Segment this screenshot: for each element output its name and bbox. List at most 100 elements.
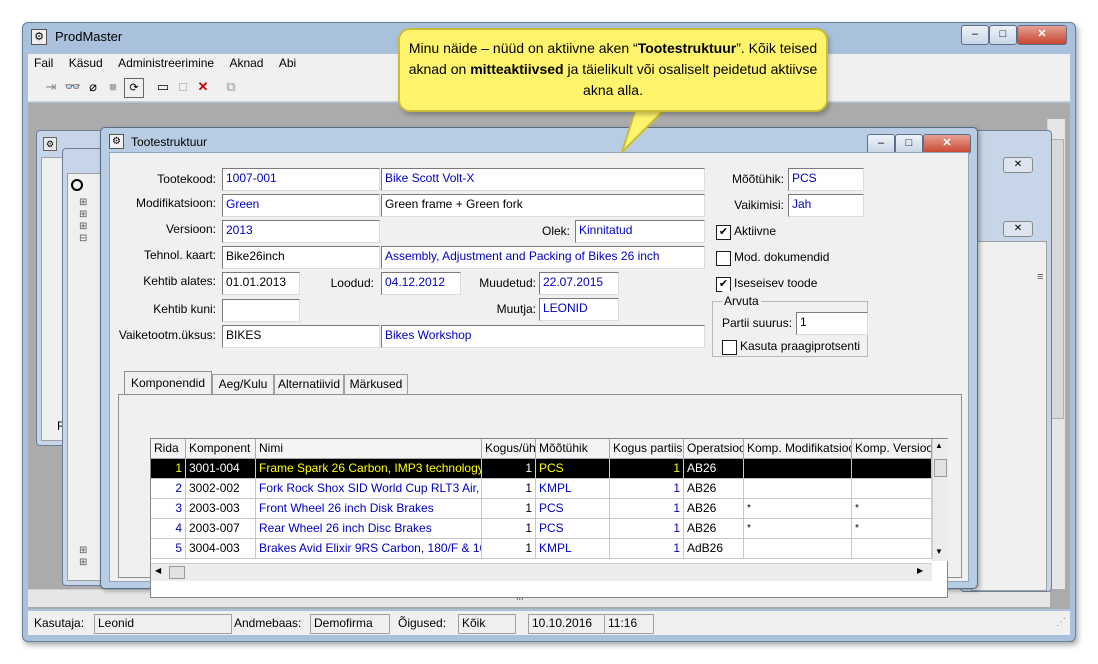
insert-row-icon[interactable]: ⇥	[42, 78, 60, 96]
col-nimi[interactable]: Nimi	[256, 439, 482, 459]
grid-cell[interactable]: 1	[482, 479, 536, 499]
versioon-field[interactable]: 2013	[222, 220, 380, 243]
iseseisev-checkbox[interactable]: ✔	[716, 277, 731, 292]
grid-cell[interactable]: AB26	[684, 519, 744, 539]
child-maximize-button[interactable]: □	[895, 134, 923, 154]
grid-cell[interactable]	[744, 479, 852, 499]
vaikimisi-field[interactable]: Jah	[788, 194, 864, 217]
grid-vscroll-thumb[interactable]	[934, 459, 947, 477]
muudetud-field[interactable]: 22.07.2015	[539, 272, 619, 295]
grid-cell[interactable]	[852, 479, 932, 499]
grid-cell[interactable]: 3001-004	[186, 459, 256, 479]
kehtib-kuni-field[interactable]	[222, 299, 300, 322]
grid-cell[interactable]	[852, 539, 932, 559]
col-komp-versioon[interactable]: Komp. Versioon	[852, 439, 932, 459]
aktiivne-checkbox[interactable]: ✔	[716, 225, 731, 240]
grid-vscrollbar[interactable]: ▲ ▼	[932, 439, 948, 561]
grid-cell[interactable]: 1	[610, 539, 684, 559]
delete-icon[interactable]: ✕	[194, 78, 212, 96]
menu-abi[interactable]: Abi	[279, 54, 296, 72]
tree-nodes-bottom[interactable]: ⊞ ⊞	[79, 545, 87, 569]
col-rida[interactable]: Rida	[151, 439, 186, 459]
grid-cell[interactable]: 3002-002	[186, 479, 256, 499]
menu-aknad[interactable]: Aknad	[229, 54, 263, 72]
grid-cell[interactable]: Rear Wheel 26 inch Disc Brakes	[256, 519, 482, 539]
grid-cell[interactable]: PCS	[536, 499, 610, 519]
modifikatsioon-field[interactable]: Green	[222, 194, 380, 217]
col-operatsioon[interactable]: Operatsioo	[684, 439, 744, 459]
child-minimize-button[interactable]: –	[867, 134, 895, 154]
stop-icon[interactable]: ■	[104, 78, 122, 96]
grid-cell[interactable]: Front Wheel 26 inch Disk Brakes	[256, 499, 482, 519]
muutja-field[interactable]: LEONID	[539, 298, 619, 321]
grid-cell[interactable]: PCS	[536, 459, 610, 479]
grid-cell[interactable]	[744, 459, 852, 479]
mod-kirjeldus-field[interactable]: Green frame + Green fork	[381, 194, 705, 217]
grid-cell[interactable]: 2003-007	[186, 519, 256, 539]
scroll-down-icon[interactable]: ▼	[935, 547, 943, 556]
grid-cell[interactable]: 1	[151, 459, 186, 479]
col-komp-modifikatsioon[interactable]: Komp. Modifikatsioo	[744, 439, 852, 459]
grid-cell[interactable]: PCS	[536, 519, 610, 539]
toote-nimi-field[interactable]: Bike Scott Volt-X	[381, 168, 705, 191]
grid-cell[interactable]: 1	[610, 499, 684, 519]
copy-icon[interactable]: ⧉	[222, 78, 240, 96]
close-button[interactable]: ✕	[1017, 25, 1067, 45]
grid-cell[interactable]: 1	[482, 459, 536, 479]
grid-hscrollbar[interactable]: ◀ ▶	[151, 563, 932, 581]
grid-cell[interactable]: 2	[151, 479, 186, 499]
tab-komponendid[interactable]: Komponendid	[124, 371, 212, 395]
vaiketootm-field[interactable]: BIKES	[222, 325, 380, 348]
grid-cell[interactable]: AB26	[684, 499, 744, 519]
grid-cell[interactable]: 1	[482, 499, 536, 519]
scroll-left-icon[interactable]: ◀	[155, 566, 161, 575]
new-folder-icon[interactable]: ▭	[154, 78, 172, 96]
grid-cell[interactable]: KMPL	[536, 479, 610, 499]
tab-markused[interactable]: Märkused	[344, 374, 408, 394]
tab-alternatiivid[interactable]: Alternatiivid	[274, 374, 344, 394]
scroll-right-icon[interactable]: ▶	[917, 566, 923, 575]
col-komponent[interactable]: Komponent	[186, 439, 256, 459]
grid-cell[interactable]: *	[744, 519, 852, 539]
menu-kasud[interactable]: Käsud	[69, 54, 103, 72]
grid-cell[interactable]: 3004-003	[186, 539, 256, 559]
grid-cell[interactable]: 2003-003	[186, 499, 256, 519]
grid-cell[interactable]: KMPL	[536, 539, 610, 559]
grid-cell[interactable]: 4	[151, 519, 186, 539]
binoculars-icon[interactable]: 👓	[64, 78, 82, 96]
grid-cell[interactable]: 1	[610, 459, 684, 479]
grid-cell[interactable]: *	[744, 499, 852, 519]
grid-cell[interactable]: 5	[151, 539, 186, 559]
components-grid[interactable]: Rida Komponent Nimi Kogus/üh Mõõtühik Ko…	[150, 438, 948, 598]
eraser-icon[interactable]: ⌀	[84, 78, 102, 96]
grid-cell[interactable]	[852, 459, 932, 479]
loodud-field[interactable]: 04.12.2012	[381, 272, 461, 295]
tab-aeg-kulu[interactable]: Aeg/Kulu	[212, 374, 274, 394]
menu-administreerimine[interactable]: Administreerimine	[118, 54, 214, 72]
menu-fail[interactable]: Fail	[34, 54, 53, 72]
tehnol-kaart-field[interactable]: Bike26inch	[222, 246, 380, 269]
grid-cell[interactable]: 1	[610, 519, 684, 539]
kasuta-praagiprotsenti-checkbox[interactable]	[722, 340, 737, 355]
vaiketootm-nimi-field[interactable]: Bikes Workshop	[381, 325, 705, 348]
grid-cell[interactable]: AdB26	[684, 539, 744, 559]
resize-grip-icon[interactable]: ⋰	[1056, 617, 1066, 628]
maximize-button[interactable]: □	[989, 25, 1017, 45]
grid-cell[interactable]: AB26	[684, 479, 744, 499]
mootuhik-field[interactable]: PCS	[788, 168, 864, 191]
grid-cell[interactable]: 1	[482, 519, 536, 539]
mod-dokumendid-checkbox[interactable]	[716, 251, 731, 266]
child-close-button[interactable]: ✕	[923, 134, 971, 154]
grid-cell[interactable]: *	[852, 499, 932, 519]
tehnol-kirjeldus-field[interactable]: Assembly, Adjustment and Packing of Bike…	[381, 246, 705, 269]
tootekood-field[interactable]: 1007-001	[222, 168, 380, 191]
grid-cell[interactable]: Fork Rock Shox SID World Cup RLT3 Air,	[256, 479, 482, 499]
scroll-up-icon[interactable]: ▲	[935, 441, 943, 450]
col-kogus-partiis[interactable]: Kogus partiis	[610, 439, 684, 459]
col-mootuhik[interactable]: Mõõtühik	[536, 439, 610, 459]
bg-close-icon-2[interactable]: ✕	[1003, 221, 1033, 237]
grid-cell[interactable]: 1	[482, 539, 536, 559]
grid-hscroll-thumb[interactable]	[169, 566, 185, 579]
grid-cell[interactable]: 1	[610, 479, 684, 499]
bg-close-icon[interactable]: ✕	[1003, 157, 1033, 173]
